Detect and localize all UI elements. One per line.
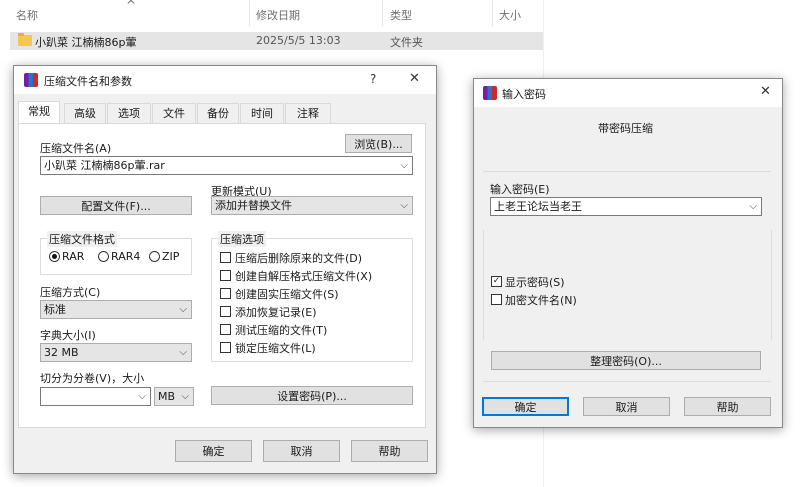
archive-dialog-titlebar[interactable]: 压缩文件名和参数 ? ✕ — [14, 66, 436, 94]
help-icon[interactable]: ? — [370, 72, 376, 86]
password-heading: 带密码压缩 — [598, 122, 653, 135]
archive-name-label: 压缩文件名(A) — [40, 142, 112, 155]
option-sfx-checkbox[interactable] — [220, 270, 231, 281]
ok-button[interactable]: 确定 — [175, 440, 252, 462]
password-field[interactable]: 上老王论坛当老王 ⌵ — [490, 197, 762, 216]
update-mode-select[interactable]: 添加并替换文件 ⌵ — [211, 196, 413, 215]
tab-comment[interactable]: 注释 — [285, 103, 331, 123]
column-header-type[interactable]: 类型 — [390, 7, 412, 23]
chevron-down-icon[interactable]: ⌵ — [400, 157, 408, 174]
browse-button[interactable]: 浏览(B)... — [345, 134, 412, 153]
option-recovery-label: 添加恢复记录(E) — [235, 306, 317, 319]
split-volume-label: 切分为分卷(V)，大小 — [40, 372, 145, 385]
encrypt-filenames-checkbox[interactable] — [491, 294, 502, 305]
chevron-down-icon[interactable]: ⌵ — [749, 198, 757, 215]
password-dialog-titlebar[interactable]: 输入密码 ✕ — [474, 79, 782, 107]
format-rar-label: RAR — [62, 250, 85, 263]
archive-format-title: 压缩文件格式 — [47, 231, 117, 247]
format-zip-label: ZIP — [162, 250, 180, 263]
format-rar4-label: RAR4 — [111, 250, 141, 263]
tab-files[interactable]: 文件 — [152, 103, 196, 123]
file-row[interactable]: 小趴菜 江楠楠86p葷 2025/5/5 13:03 文件夹 — [10, 32, 543, 50]
option-recovery-checkbox[interactable] — [220, 306, 231, 317]
dictionary-select[interactable]: 32 MB ⌵ — [40, 343, 192, 362]
close-icon[interactable]: ✕ — [409, 71, 420, 86]
archive-options-title: 压缩选项 — [218, 231, 266, 247]
password-ok-button[interactable]: 确定 — [482, 397, 569, 416]
method-label: 压缩方式(C) — [40, 286, 101, 299]
option-lock-checkbox[interactable] — [220, 342, 231, 353]
format-rar4-radio[interactable] — [98, 251, 109, 262]
password-dialog-title: 输入密码 — [502, 88, 546, 101]
option-test-label: 测试压缩的文件(T) — [235, 324, 328, 337]
encrypt-filenames-label: 加密文件名(N) — [505, 294, 577, 307]
tab-general[interactable]: 常规 — [18, 101, 60, 124]
password-help-button[interactable]: 帮助 — [684, 397, 771, 416]
sort-arrow-icon: ^ — [126, 0, 137, 12]
column-header-modified[interactable]: 修改日期 — [256, 7, 300, 23]
split-unit-select[interactable]: MB ⌵ — [154, 387, 194, 406]
organize-passwords-button[interactable]: 整理密码(O)... — [491, 351, 761, 370]
show-password-checkbox[interactable]: ✓ — [491, 276, 502, 287]
chevron-down-icon: ⌵ — [179, 347, 187, 358]
show-password-label: 显示密码(S) — [505, 276, 565, 289]
help-button[interactable]: 帮助 — [351, 440, 428, 462]
option-sfx-label: 创建自解压格式压缩文件(X) — [235, 270, 373, 283]
dictionary-label: 字典大小(I) — [40, 329, 96, 342]
file-modified: 2025/5/5 13:03 — [256, 34, 341, 47]
close-icon[interactable]: ✕ — [760, 84, 771, 99]
tab-backup[interactable]: 备份 — [197, 103, 239, 123]
winrar-icon — [483, 86, 497, 100]
password-label: 输入密码(E) — [490, 183, 550, 196]
format-zip-radio[interactable] — [149, 251, 160, 262]
method-select[interactable]: 标准 ⌵ — [40, 300, 192, 319]
column-header-name[interactable]: 名称 — [16, 7, 38, 23]
option-solid-label: 创建固实压缩文件(S) — [235, 288, 339, 301]
file-type: 文件夹 — [390, 36, 423, 49]
archive-dialog-title: 压缩文件名和参数 — [44, 75, 132, 88]
folder-icon — [18, 33, 32, 46]
option-solid-checkbox[interactable] — [220, 288, 231, 299]
password-cancel-button[interactable]: 取消 — [583, 397, 670, 416]
chevron-down-icon: ⌵ — [181, 391, 189, 402]
chevron-down-icon: ⌵ — [179, 304, 187, 315]
tab-time[interactable]: 时间 — [240, 103, 284, 123]
profiles-button[interactable]: 配置文件(F)... — [40, 196, 192, 215]
option-delete-after-label: 压缩后删除原来的文件(D) — [235, 252, 363, 265]
tab-options[interactable]: 选项 — [107, 103, 151, 123]
option-delete-after-checkbox[interactable] — [220, 252, 231, 263]
set-password-button[interactable]: 设置密码(P)... — [211, 386, 413, 405]
chevron-down-icon: ⌵ — [400, 200, 408, 211]
option-lock-label: 锁定压缩文件(L) — [235, 342, 316, 355]
column-header-size[interactable]: 大小 — [499, 7, 521, 23]
option-test-checkbox[interactable] — [220, 324, 231, 335]
file-name: 小趴菜 江楠楠86p葷 — [35, 36, 137, 49]
split-size-field[interactable]: ⌵ — [40, 387, 151, 406]
winrar-icon — [24, 73, 38, 87]
chevron-down-icon[interactable]: ⌵ — [138, 388, 146, 405]
archive-name-field[interactable]: 小趴菜 江楠楠86p葷.rar ⌵ — [40, 156, 413, 175]
tab-advanced[interactable]: 高级 — [64, 103, 106, 123]
cancel-button[interactable]: 取消 — [263, 440, 340, 462]
format-rar-radio[interactable] — [49, 251, 60, 262]
check-icon: ✓ — [492, 276, 501, 286]
